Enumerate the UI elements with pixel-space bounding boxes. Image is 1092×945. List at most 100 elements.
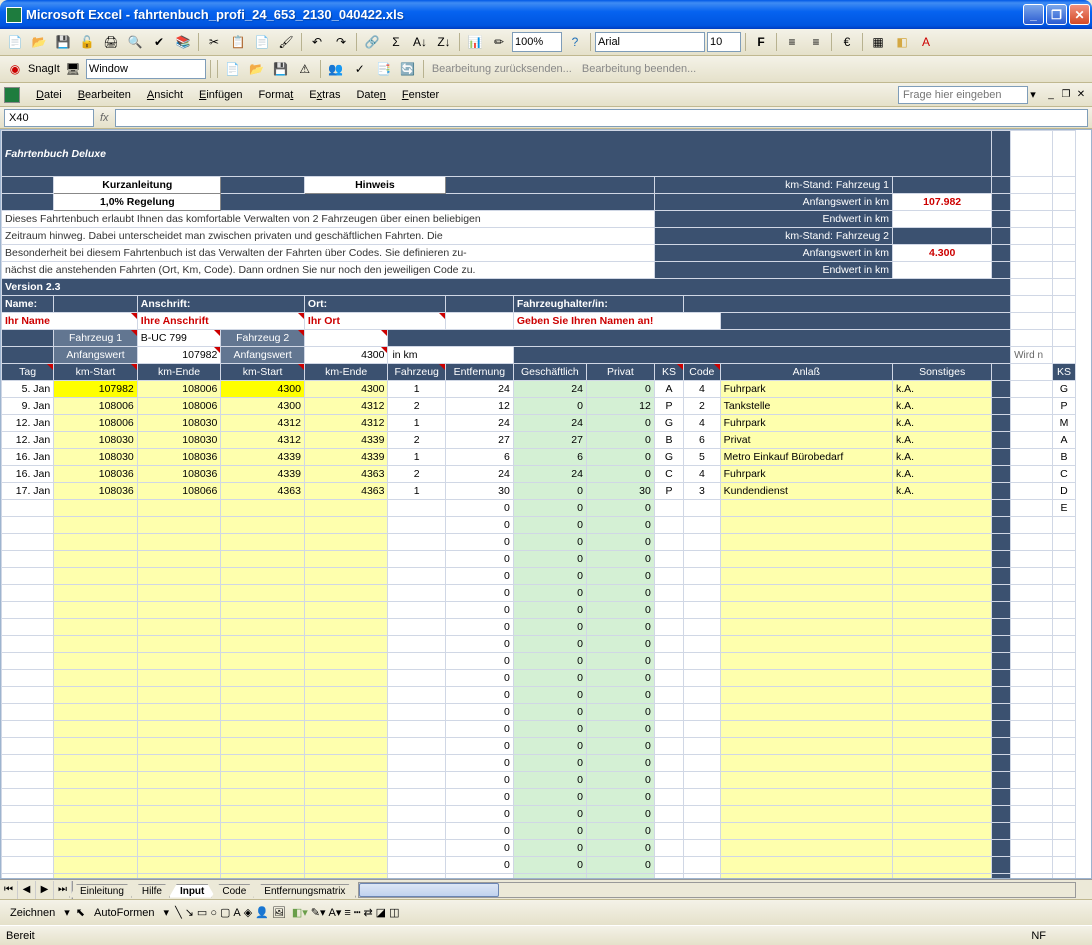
cell-kmende2[interactable]: 4339 xyxy=(304,449,388,466)
formula-bar[interactable] xyxy=(115,109,1088,127)
cell-anlass[interactable] xyxy=(720,823,892,840)
side-ks-cell[interactable] xyxy=(1052,602,1075,619)
cell-kmende1[interactable] xyxy=(137,619,221,636)
cell-kmende2[interactable]: 4363 xyxy=(304,483,388,500)
cell-entfernung[interactable]: 0 xyxy=(445,687,513,704)
cell-code[interactable]: 3 xyxy=(684,483,721,500)
side-ks-cell[interactable] xyxy=(1052,619,1075,636)
open-icon[interactable]: 📂 xyxy=(28,31,50,53)
cell-geschaeftlich[interactable]: 0 xyxy=(513,670,586,687)
cell-ks[interactable] xyxy=(654,840,683,857)
cell-ks[interactable] xyxy=(654,636,683,653)
cell-code[interactable] xyxy=(684,738,721,755)
font-select[interactable] xyxy=(595,32,705,52)
cell-geschaeftlich[interactable]: 0 xyxy=(513,874,586,879)
cell-geschaeftlich[interactable]: 0 xyxy=(513,772,586,789)
cell-tag[interactable] xyxy=(2,806,54,823)
cell-kmstart2[interactable] xyxy=(221,636,305,653)
cell-privat[interactable]: 0 xyxy=(586,602,654,619)
cell-kmstart1[interactable] xyxy=(54,755,138,772)
cell-entfernung[interactable]: 24 xyxy=(445,466,513,483)
cell-code[interactable] xyxy=(684,602,721,619)
horizontal-scrollbar[interactable] xyxy=(358,882,1076,898)
side-ks-cell[interactable] xyxy=(1052,636,1075,653)
menu-format[interactable]: Format xyxy=(250,87,301,103)
cell-kmstart1[interactable]: 108036 xyxy=(54,466,138,483)
cell-privat[interactable]: 0 xyxy=(586,857,654,874)
side-ks-cell[interactable] xyxy=(1052,857,1075,874)
cell-sonstiges[interactable] xyxy=(893,517,992,534)
cell-kmstart2[interactable]: 4312 xyxy=(221,415,305,432)
cell-sonstiges[interactable] xyxy=(893,687,992,704)
ws-update-icon[interactable]: 🔄 xyxy=(397,58,419,80)
new-icon[interactable]: 📄 xyxy=(4,31,26,53)
cell-kmende2[interactable] xyxy=(304,840,388,857)
cell-fahrzeug[interactable]: 1 xyxy=(388,415,445,432)
cell-privat[interactable]: 0 xyxy=(586,636,654,653)
cell-entfernung[interactable]: 24 xyxy=(445,415,513,432)
cell-kmstart1[interactable]: 107982 xyxy=(54,381,138,398)
cell-tag[interactable] xyxy=(2,857,54,874)
cell-kmstart1[interactable] xyxy=(54,534,138,551)
menu-daten[interactable]: Daten xyxy=(348,87,393,103)
cell-kmende2[interactable]: 4363 xyxy=(304,466,388,483)
cell-entfernung[interactable]: 27 xyxy=(445,432,513,449)
cell-geschaeftlich[interactable]: 0 xyxy=(513,517,586,534)
side-ks-cell[interactable] xyxy=(1052,874,1075,879)
cell-kmende1[interactable] xyxy=(137,517,221,534)
side-ks-cell[interactable] xyxy=(1052,772,1075,789)
cell-kmstart1[interactable]: 108006 xyxy=(54,398,138,415)
cell-kmstart1[interactable] xyxy=(54,806,138,823)
cell-privat[interactable]: 0 xyxy=(586,432,654,449)
cell-code[interactable] xyxy=(684,585,721,602)
cell-kmstart2[interactable] xyxy=(221,585,305,602)
cell-kmende2[interactable] xyxy=(304,602,388,619)
cell-entfernung[interactable]: 0 xyxy=(445,619,513,636)
zeichnen-menu[interactable]: Zeichnen xyxy=(4,907,61,919)
cell-geschaeftlich[interactable]: 0 xyxy=(513,789,586,806)
side-ks-cell[interactable] xyxy=(1052,721,1075,738)
zoom-select[interactable] xyxy=(512,32,562,52)
cell-kmende2[interactable]: 4312 xyxy=(304,415,388,432)
cell-tag[interactable] xyxy=(2,704,54,721)
menu-einfuegen[interactable]: Einfügen xyxy=(191,87,250,103)
cell-kmende1[interactable] xyxy=(137,687,221,704)
worksheet-area[interactable]: Fahrtenbuch Deluxe Kurzanleitung Hinweis… xyxy=(0,129,1092,879)
side-ks-cell[interactable] xyxy=(1052,823,1075,840)
cell-kmende2[interactable] xyxy=(304,534,388,551)
cell-geschaeftlich[interactable]: 0 xyxy=(513,585,586,602)
cell-tag[interactable]: 5. Jan xyxy=(2,381,54,398)
cell-tag[interactable] xyxy=(2,687,54,704)
doc-close-button[interactable]: ✕ xyxy=(1074,88,1088,102)
cell-ks[interactable]: C xyxy=(654,466,683,483)
autoformen-menu[interactable]: AutoFormen xyxy=(88,907,161,919)
cell-kmstart1[interactable] xyxy=(54,857,138,874)
cell-anlass[interactable] xyxy=(720,551,892,568)
cell-code[interactable] xyxy=(684,840,721,857)
cell-sonstiges[interactable]: k.A. xyxy=(893,398,992,415)
side-ks-cell[interactable] xyxy=(1052,840,1075,857)
cell-kmende2[interactable] xyxy=(304,789,388,806)
cell-anlass[interactable] xyxy=(720,670,892,687)
cell-anlass[interactable]: Privat xyxy=(720,432,892,449)
cell-code[interactable]: 4 xyxy=(684,466,721,483)
tab-next-icon[interactable]: ▶ xyxy=(36,881,54,899)
cell-kmstart1[interactable] xyxy=(54,500,138,517)
cell-fahrzeug[interactable] xyxy=(388,806,445,823)
cell-anlass[interactable] xyxy=(720,857,892,874)
cell-entfernung[interactable]: 0 xyxy=(445,772,513,789)
cell-kmende2[interactable] xyxy=(304,500,388,517)
cell-ks[interactable]: P xyxy=(654,398,683,415)
cell-anlass[interactable]: Metro Einkauf Bürobedarf xyxy=(720,449,892,466)
cell-kmstart1[interactable] xyxy=(54,874,138,879)
cell-kmende1[interactable] xyxy=(137,670,221,687)
cell-kmende1[interactable]: 108030 xyxy=(137,432,221,449)
cell-entfernung[interactable]: 0 xyxy=(445,585,513,602)
cell-anlass[interactable] xyxy=(720,636,892,653)
cell-fahrzeug[interactable] xyxy=(388,636,445,653)
cell-privat[interactable]: 0 xyxy=(586,840,654,857)
cell-code[interactable] xyxy=(684,568,721,585)
currency-icon[interactable]: € xyxy=(836,31,858,53)
cell-ks[interactable] xyxy=(654,874,683,879)
cell-fahrzeug[interactable] xyxy=(388,585,445,602)
